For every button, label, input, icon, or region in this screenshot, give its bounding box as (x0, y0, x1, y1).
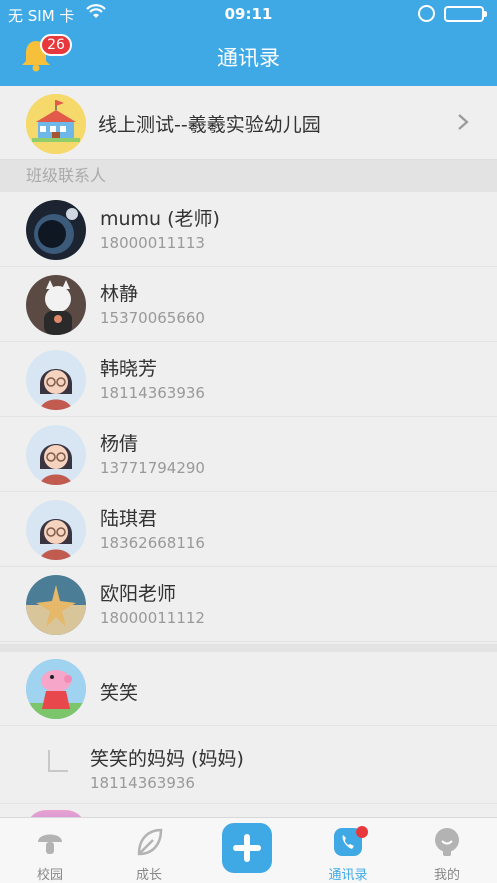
parent-row[interactable]: 笑笑的妈妈 (妈妈) 18114363936 (0, 726, 497, 804)
contact-phone: 18000011113 (100, 234, 205, 252)
chevron-right-icon (458, 114, 469, 130)
tab-label: 通讯录 (328, 868, 368, 883)
avatar (26, 200, 86, 260)
contact-name: 欧阳老师 (100, 583, 177, 605)
school-building-icon (26, 94, 86, 154)
contact-name: mumu (老师) (100, 208, 220, 230)
list-item[interactable]: 林静 15370065660 (0, 267, 497, 342)
list-item[interactable]: 陆琪君 18362668116 (0, 492, 497, 567)
contact-phone: 18114363936 (100, 384, 205, 402)
status-bar: 无 SIM 卡 09:11 (0, 0, 497, 30)
orientation-lock-icon (418, 5, 435, 22)
list-item[interactable]: mumu (老师) 18000011113 (0, 192, 497, 267)
tab-contacts[interactable]: 通讯录 (298, 818, 398, 883)
page-title: 通讯录 (217, 46, 280, 70)
add-button[interactable] (222, 823, 272, 873)
tab-label: 成长 (135, 868, 162, 883)
list-item[interactable]: 杨倩 13771794290 (0, 417, 497, 492)
contact-name: 杨倩 (100, 433, 139, 455)
app-header: 无 SIM 卡 09:11 26 通讯录 (0, 0, 497, 86)
list-item[interactable]: 欧阳老师 18000011112 (0, 567, 497, 642)
smiley-icon (435, 828, 459, 856)
section-label: 班级联系人 (0, 160, 497, 192)
contact-phone: 13771794290 (100, 459, 205, 477)
list-item[interactable]: 韩晓芳 18114363936 (0, 342, 497, 417)
avatar (26, 659, 86, 719)
parent-name: 笑笑的妈妈 (妈妈) (90, 748, 244, 770)
school-name: 线上测试--羲羲实验幼儿园 (98, 114, 321, 136)
tab-bar: 校园 成长 通讯录 我的 (0, 817, 497, 883)
mushroom-icon (38, 834, 62, 854)
tab-label: 校园 (36, 868, 63, 883)
tab-growth[interactable]: 成长 (99, 818, 199, 883)
contact-phone: 15370065660 (100, 309, 205, 327)
tab-me[interactable]: 我的 (397, 818, 497, 883)
contact-name: 林静 (100, 283, 139, 305)
contact-name: 韩晓芳 (100, 358, 158, 380)
parent-phone: 18114363936 (90, 774, 195, 792)
leaf-icon (137, 828, 163, 856)
school-avatar (26, 94, 86, 154)
avatar (26, 575, 86, 635)
avatar (26, 425, 86, 485)
tab-notification-dot (356, 826, 368, 838)
child-name: 笑笑 (100, 682, 139, 704)
school-row[interactable]: 线上测试--羲羲实验幼儿园 (0, 86, 497, 160)
avatar (26, 500, 86, 560)
contact-list: mumu (老师) 18000011113 林静 15370065660 韩晓芳… (0, 192, 497, 642)
section-divider (0, 644, 497, 652)
child-row[interactable]: 笑笑 (0, 652, 497, 726)
avatar (26, 275, 86, 335)
contact-phone: 18000011112 (100, 609, 205, 627)
tab-label: 我的 (433, 868, 460, 883)
tree-connector (48, 750, 68, 772)
battery-icon (444, 6, 487, 22)
avatar (26, 350, 86, 410)
contact-name: 陆琪君 (100, 508, 158, 530)
contact-phone: 18362668116 (100, 534, 205, 552)
tab-campus[interactable]: 校园 (0, 818, 100, 883)
